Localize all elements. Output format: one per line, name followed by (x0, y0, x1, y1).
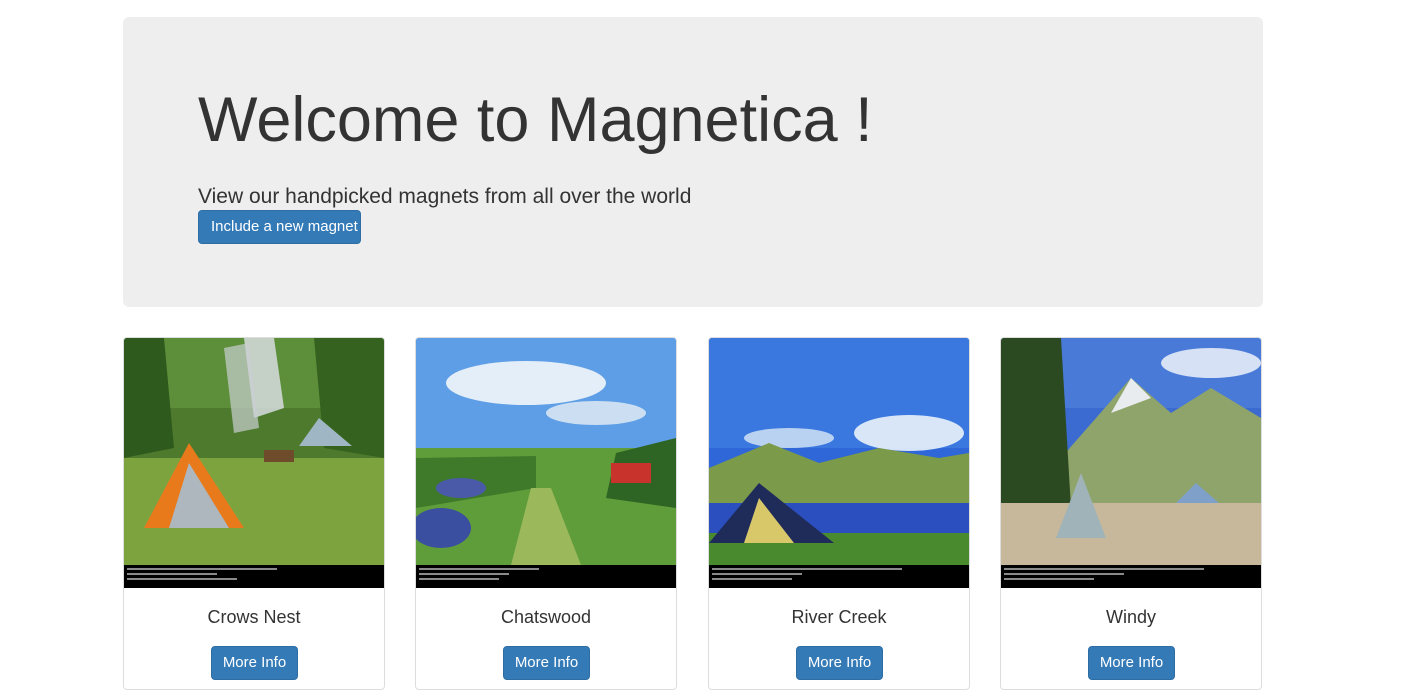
magnet-card: Windy More Info (1000, 337, 1262, 690)
magnet-card: River Creek More Info (708, 337, 970, 690)
magnet-photo (124, 338, 384, 588)
photo-credit (124, 565, 384, 588)
magnet-photo (416, 338, 676, 588)
more-info-button[interactable]: More Info (503, 646, 590, 680)
photo-credit (709, 565, 969, 588)
card-title: Crows Nest (207, 607, 301, 627)
more-info-button[interactable]: More Info (796, 646, 883, 680)
more-info-button[interactable]: More Info (1088, 646, 1175, 680)
card-title: Windy (1105, 607, 1156, 627)
page-subtitle: View our handpicked magnets from all ove… (198, 185, 692, 208)
more-info-button[interactable]: More Info (211, 646, 298, 680)
magnet-photo (1001, 338, 1261, 588)
jumbotron: Welcome to Magnetica ! View our handpick… (123, 17, 1263, 307)
card-title: Chatswood (500, 607, 592, 627)
page-title: Welcome to Magnetica ! (198, 85, 873, 155)
photo-credit (1001, 565, 1261, 588)
photo-credit (416, 565, 676, 588)
include-new-magnet-button[interactable]: Include a new magnet (198, 210, 361, 244)
card-title: River Creek (791, 607, 887, 627)
magnet-photo (709, 338, 969, 588)
magnet-card: Crows Nest More Info (123, 337, 385, 690)
magnet-card: Chatswood More Info (415, 337, 677, 690)
